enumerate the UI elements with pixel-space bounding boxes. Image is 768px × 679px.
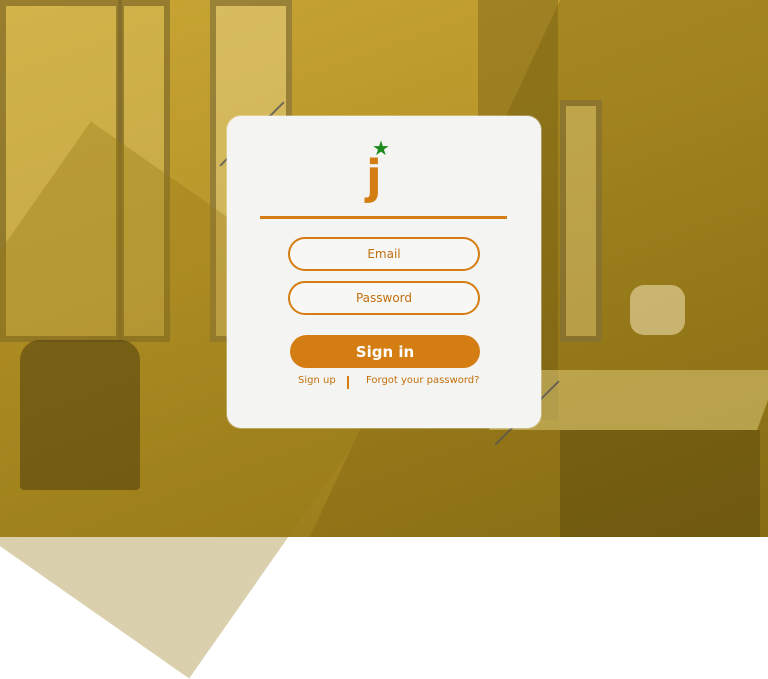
divider xyxy=(260,216,507,219)
link-separator xyxy=(347,376,349,389)
sign-up-link[interactable]: Sign up xyxy=(298,375,336,386)
auth-links: Sign up Forgot your password? xyxy=(227,375,541,391)
forgot-password-link[interactable]: Forgot your password? xyxy=(366,375,479,386)
password-input[interactable] xyxy=(290,283,478,313)
password-field[interactable] xyxy=(288,281,480,315)
chair xyxy=(630,285,685,335)
chair xyxy=(20,340,140,490)
brand-logo: ★ j xyxy=(364,138,404,202)
email-field[interactable] xyxy=(288,237,480,271)
email-input[interactable] xyxy=(290,239,478,269)
login-card: ★ j Sign in Sign up Forgot your password… xyxy=(227,116,541,428)
sign-in-button[interactable]: Sign in xyxy=(290,335,480,368)
desk-base xyxy=(560,430,760,537)
window-pane xyxy=(560,100,602,342)
logo-letter: j xyxy=(366,150,382,204)
